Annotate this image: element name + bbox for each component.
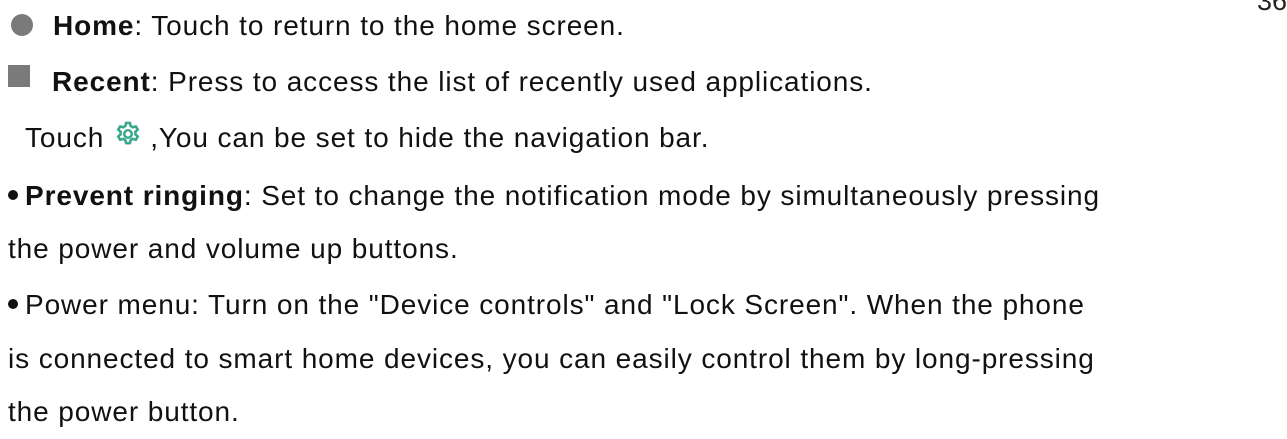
prevent-ringing-continuation: the power and volume up buttons. — [8, 233, 459, 264]
home-item: Home: Touch to return to the home screen… — [8, 6, 625, 46]
prevent-ringing-term: Prevent ringing — [25, 180, 244, 211]
home-description: : Touch to return to the home screen. — [134, 10, 625, 41]
power-menu-line-3: the power button. — [8, 396, 240, 427]
power-menu-item: Power menu: Turn on the "Device controls… — [8, 285, 1085, 325]
prevent-ringing-bullet — [8, 190, 18, 200]
recent-description: : Press to access the list of recently u… — [150, 66, 873, 97]
page-number: 36 — [1257, 0, 1287, 16]
gear-icon — [117, 121, 140, 145]
recent-item: Recent: Press to access the list of rece… — [8, 62, 873, 102]
prevent-ringing-description: : Set to change the notification mode by… — [243, 180, 1100, 211]
touch-text: Touch — [25, 122, 105, 153]
recent-square-icon — [8, 65, 30, 87]
prevent-ringing-item: Prevent ringing: Set to change the notif… — [8, 176, 1100, 216]
recent-term: Recent — [52, 66, 151, 97]
touch-settings-line: Touch ,You can be set to hide the naviga… — [25, 118, 709, 158]
home-term: Home — [53, 10, 135, 41]
home-circle-icon — [11, 14, 33, 36]
power-menu-bullet — [8, 299, 18, 309]
power-menu-line-1: Power menu: Turn on the "Device controls… — [25, 289, 1085, 320]
touch-description: ,You can be set to hide the navigation b… — [150, 122, 710, 153]
power-menu-line-2: is connected to smart home devices, you … — [8, 343, 1095, 374]
